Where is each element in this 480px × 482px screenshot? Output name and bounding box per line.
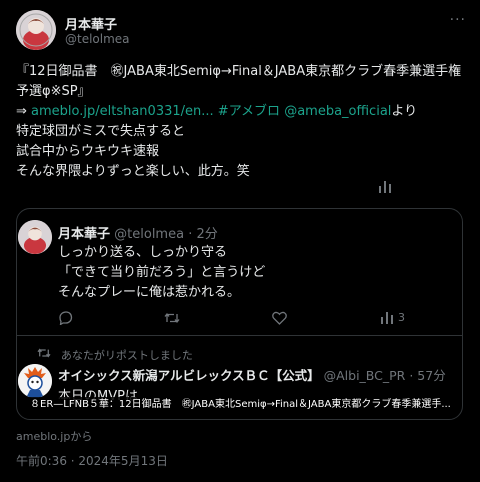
repost-author-name[interactable]: オイシックス新潟アルビレックスＢＣ【公式】: [58, 368, 320, 383]
author-name[interactable]: 月本華子: [65, 14, 117, 33]
reply-icon[interactable]: [58, 311, 73, 328]
views-icon[interactable]: [380, 311, 394, 327]
reply-time[interactable]: 2分: [196, 227, 217, 242]
post-link-line: ⇒ ameblo.jp/eltshan0331/en... #アメブロ @ame…: [16, 102, 468, 122]
link-card-caption[interactable]: ８ER—LFNB５華：12日御品書 ㊗JABA東北Semiφ→Final＆JAB…: [26, 397, 452, 413]
separator-dot: ·: [405, 368, 418, 383]
repost-time[interactable]: 57分: [417, 368, 445, 383]
reply-line: しっかり送る、しっかり守る: [58, 245, 228, 260]
link-tail-text: より: [391, 104, 418, 119]
arrow-text: ⇒: [16, 104, 32, 119]
views-count: 3: [398, 311, 405, 324]
repost-label: あなたがリポストしました: [60, 349, 193, 362]
post-line: 予選φ※SP』: [16, 84, 91, 99]
repost-author[interactable]: オイシックス新潟アルビレックスＢＣ【公式】 @Albi_BC_PR · 57分: [58, 365, 446, 384]
reply-card[interactable]: 月本華子 @telolmea · 2分 しっかり送る、しっかり守る 「できて当り…: [16, 208, 463, 420]
more-icon[interactable]: ···: [450, 12, 466, 28]
post-text: 『12日御品書 ㊗JABA東北Semiφ→Final＆JABA東京都クラブ春季兼…: [16, 62, 468, 182]
hashtag-link[interactable]: #アメブロ: [218, 104, 280, 119]
post-timestamp[interactable]: 午前0:36 · 2024年5月13日: [16, 452, 168, 469]
reply-text: しっかり送る、しっかり守る 「できて当り前だろう」と言うけど そんなプレーに俺は…: [58, 243, 265, 303]
divider: [17, 335, 462, 336]
reply-line: そんなプレーに俺は惹かれる。: [58, 285, 241, 300]
post-line: 試合中からウキウキ速報: [16, 144, 160, 159]
repost-indicator: あなたがリポストしました: [37, 347, 193, 363]
repost-icon[interactable]: [164, 311, 180, 328]
avatar[interactable]: [18, 220, 52, 254]
reply-author-name[interactable]: 月本華子: [58, 227, 110, 242]
post-url-link[interactable]: ameblo.jp/eltshan0331/en...: [31, 104, 214, 119]
source-label[interactable]: ameblo.jpから: [16, 428, 92, 444]
views-icon[interactable]: [378, 180, 392, 196]
separator-dot: ·: [184, 227, 197, 242]
reply-author-handle[interactable]: @telolmea: [114, 227, 184, 242]
author-handle[interactable]: @telolmea: [65, 32, 130, 46]
mention-link[interactable]: @ameba_official: [284, 104, 391, 119]
repost-author-handle[interactable]: @Albi_BC_PR: [324, 368, 406, 383]
like-icon[interactable]: [272, 311, 287, 328]
reply-line: 「できて当り前だろう」と言うけど: [58, 265, 266, 280]
avatar[interactable]: [18, 364, 52, 398]
post-header: 月本華子 @telolmea ···: [16, 10, 468, 50]
post-line: 『12日御品書 ㊗JABA東北Semiφ→Final＆JABA東京都クラブ春季兼…: [16, 64, 462, 79]
post-line: 特定球団がミスで失点すると: [16, 124, 186, 139]
repost-icon: [37, 348, 55, 362]
avatar[interactable]: [16, 10, 56, 50]
reply-actions: 3: [58, 309, 458, 329]
reply-author[interactable]: 月本華子 @telolmea · 2分: [58, 223, 218, 242]
post-actions: [16, 178, 466, 198]
